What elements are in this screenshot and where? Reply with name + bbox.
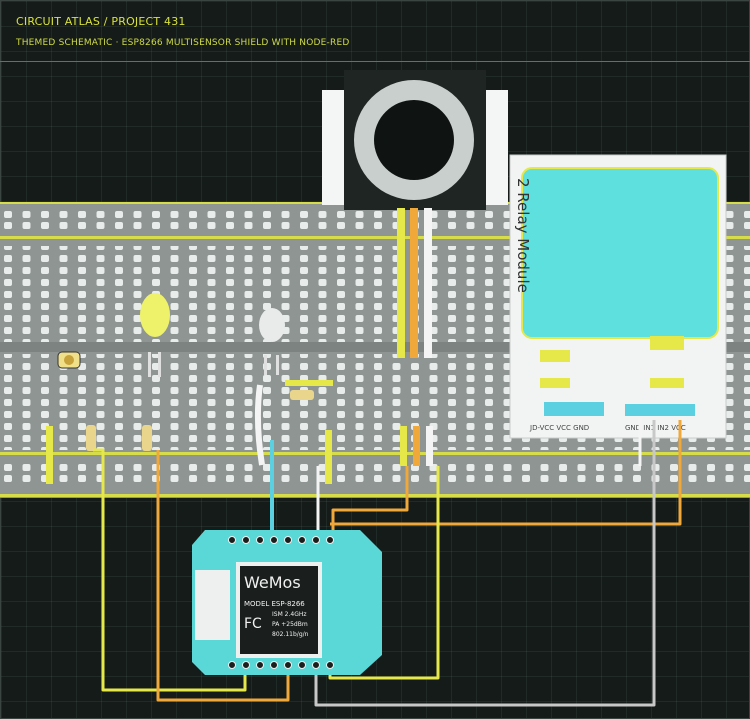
sensor-lead-yellow <box>397 208 405 358</box>
wemos-spec-1: ISM 2.4GHz <box>272 611 307 618</box>
resistor-3 <box>290 390 314 400</box>
bottom-power-rail <box>0 460 750 486</box>
jumper-mid <box>325 430 332 484</box>
photoresistor <box>57 351 81 369</box>
wemos-model: MODEL ESP-8266 <box>244 600 305 608</box>
servo-sensor <box>322 70 508 210</box>
sensor-lead-white <box>424 208 432 358</box>
wemos-board: WeMos MODEL ESP-8266 FC ISM 2.4GHz PA +2… <box>192 530 382 675</box>
jumper-orange-2 <box>413 426 420 466</box>
jumper-white-2 <box>426 426 433 466</box>
resistor-2 <box>142 425 152 451</box>
wemos-logo: WeMos <box>244 573 301 592</box>
jumper-yellow-2 <box>400 426 407 466</box>
wemos-fc: FC <box>244 616 262 632</box>
relay-module-label: 2 Relay Module <box>514 178 532 293</box>
relay-module: 2 Relay Module JD-VCC VCC GND GND IN1 IN… <box>509 154 727 439</box>
relay-header-left: JD-VCC VCC GND <box>529 424 589 432</box>
schematic-canvas: 2 Relay Module JD-VCC VCC GND GND IN1 IN… <box>0 70 750 707</box>
wemos-spec-3: 802.11b/g/n <box>272 631 309 638</box>
wemos-spec-2: PA +25dBm <box>272 621 308 628</box>
resistor-1 <box>86 425 96 451</box>
jumper-short <box>285 380 333 386</box>
sensor-lead-orange <box>410 208 418 358</box>
jumper-left <box>46 426 53 484</box>
